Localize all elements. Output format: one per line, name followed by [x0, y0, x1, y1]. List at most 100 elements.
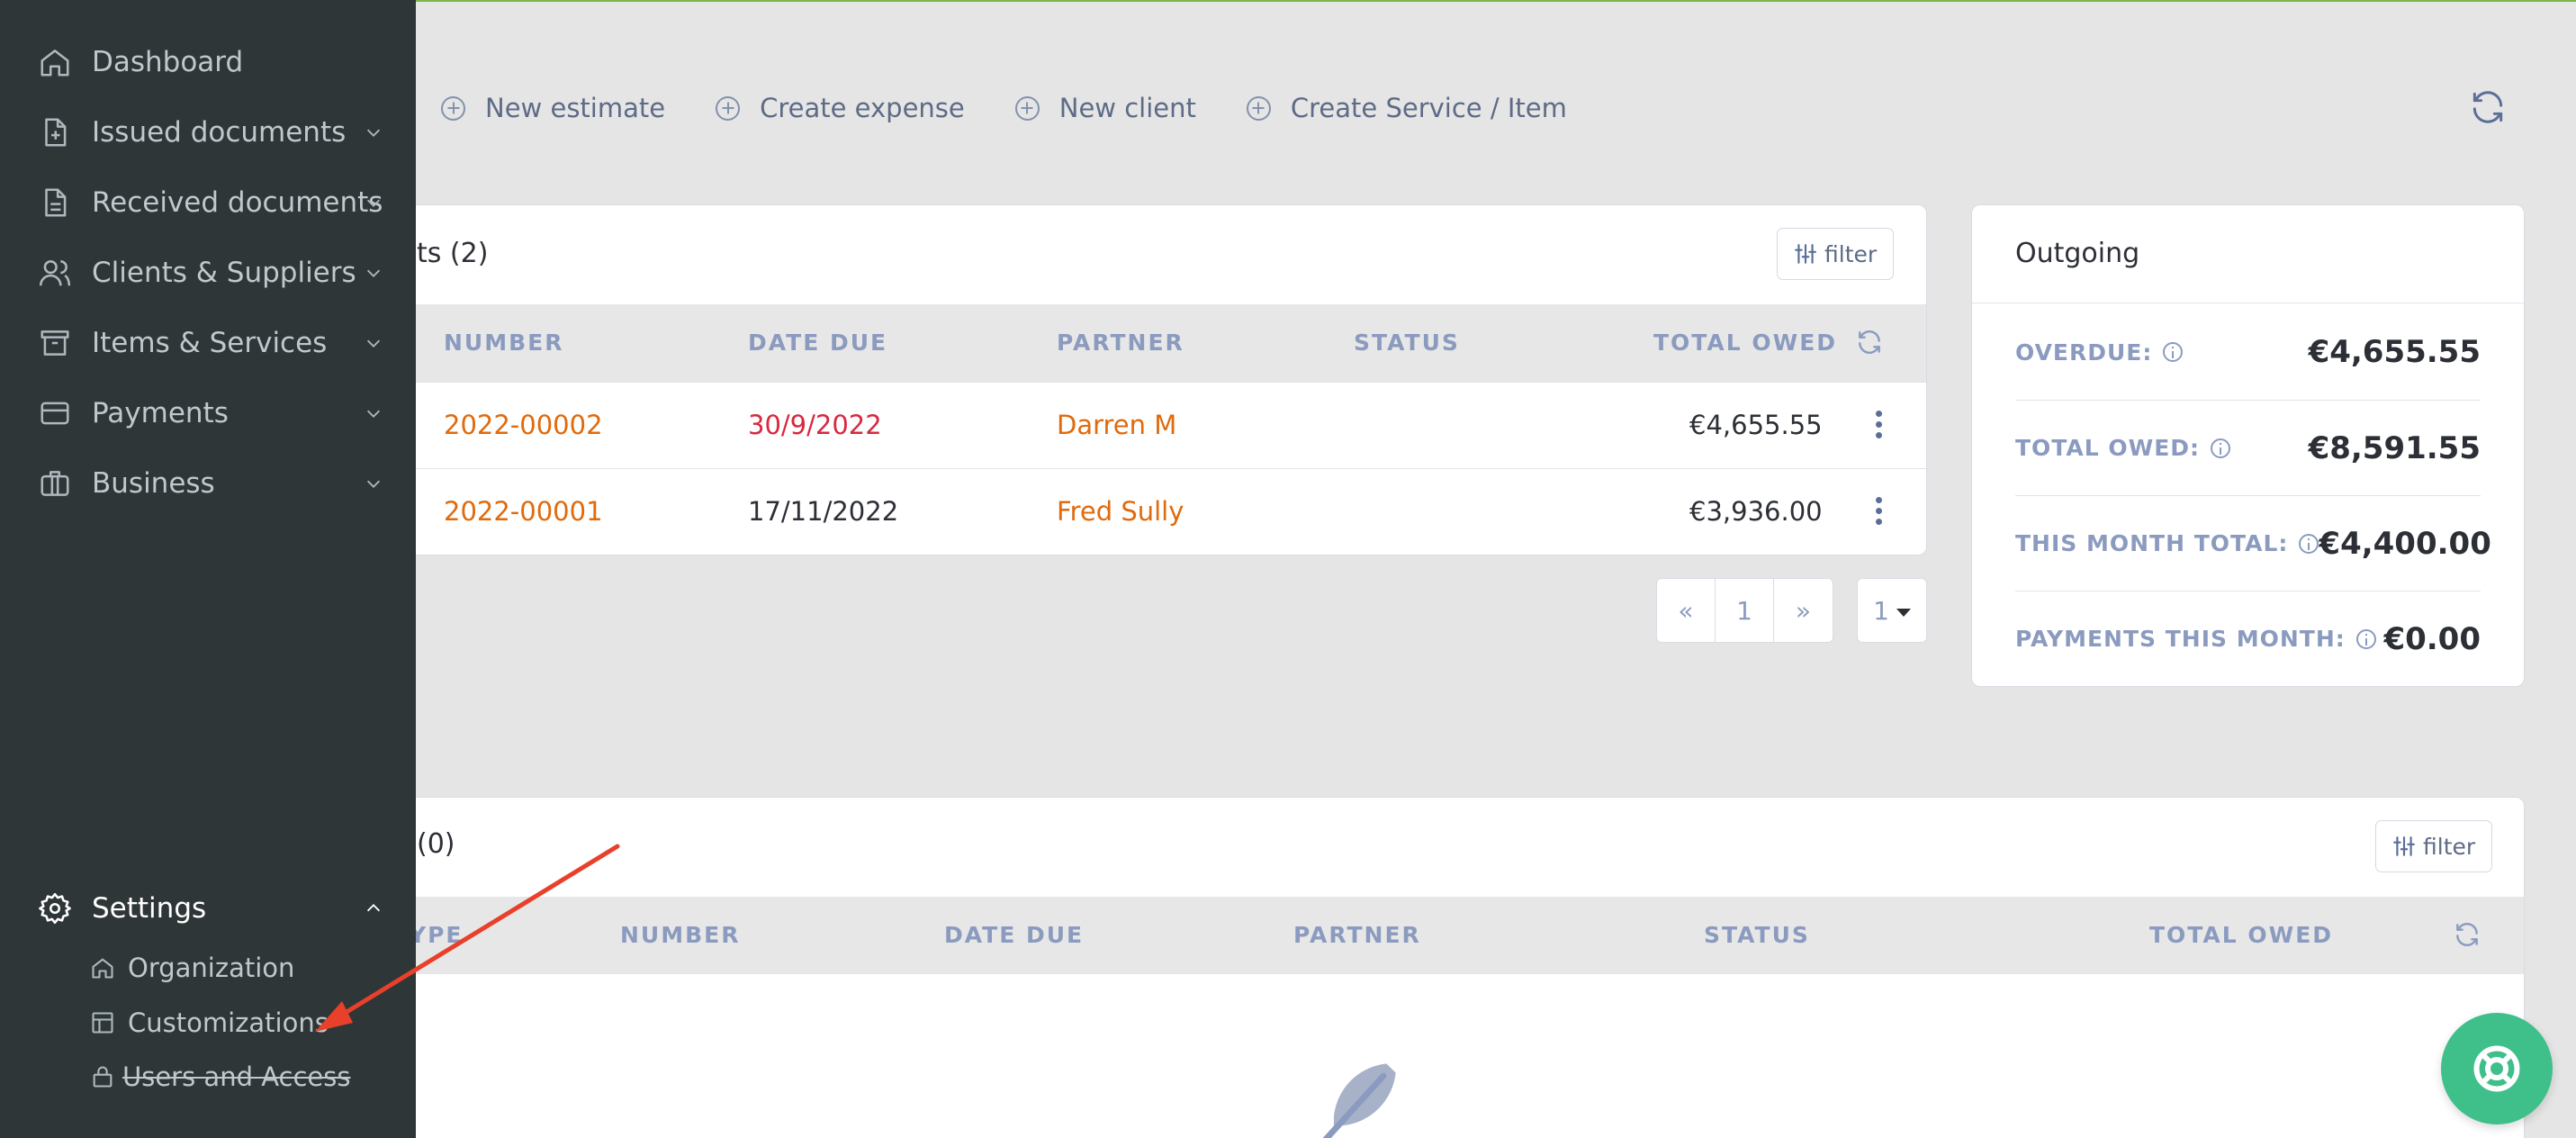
stat-label: THIS MONTH TOTAL:: [2015, 530, 2319, 556]
caret-down-icon: [1896, 608, 1911, 617]
column-number[interactable]: NUMBER: [620, 922, 740, 948]
pagination: « 1 »: [1656, 578, 1833, 643]
stat-label-text: OVERDUE:: [2015, 339, 2153, 366]
sidebar-item-items-services[interactable]: Items & Services: [0, 308, 416, 378]
layout-icon: [92, 1012, 113, 1034]
archive-icon: [41, 330, 69, 356]
create-service-item-button[interactable]: Create Service / Item: [1246, 93, 1567, 123]
sidebar-item-received-documents[interactable]: Received documents: [0, 167, 416, 238]
document-plus-icon: [45, 118, 67, 147]
chevron-down-icon: [366, 269, 381, 277]
refresh-icon[interactable]: [1855, 328, 1884, 357]
row-partner[interactable]: Fred Sully: [1057, 496, 1184, 527]
create-expense-label: Create expense: [760, 93, 965, 123]
per-page-value: 1: [1873, 595, 1889, 626]
column-date-due[interactable]: DATE DUE: [944, 922, 1084, 948]
sidebar-item-label: Items & Services: [92, 327, 328, 359]
chevron-down-icon: [366, 199, 381, 207]
refresh-icon[interactable]: [2453, 920, 2481, 949]
sidebar-item-payments[interactable]: Payments: [0, 378, 416, 448]
pagination-page[interactable]: 1: [1716, 579, 1774, 642]
sidebar-item-clients-suppliers[interactable]: Clients & Suppliers: [0, 238, 416, 308]
chevron-up-icon: [366, 904, 381, 912]
info-icon[interactable]: [2299, 533, 2319, 554]
sidebar-item-issued-documents[interactable]: Issued documents: [0, 97, 416, 167]
sidebar-item-label: Clients & Suppliers: [92, 257, 356, 289]
column-status[interactable]: STATUS: [1704, 922, 1810, 948]
table-row[interactable]: 2022-00002 30/9/2022 Darren M €4,655.55: [379, 382, 1926, 468]
pagination-prev[interactable]: «: [1657, 579, 1716, 642]
sliders-icon: [2393, 836, 2415, 856]
sidebar-subitem-label: Organization: [128, 953, 295, 983]
filter-button[interactable]: filter: [2375, 820, 2493, 872]
refresh-icon[interactable]: [2468, 87, 2508, 127]
filter-label: filter: [1824, 240, 1878, 267]
row-total: €4,655.55: [1689, 410, 1823, 440]
sidebar-item-label: Payments: [92, 397, 229, 429]
new-estimate-label: New estimate: [485, 93, 666, 123]
help-button[interactable]: [2441, 1013, 2553, 1124]
document-icon: [45, 188, 67, 217]
row-date-due: 17/11/2022: [748, 496, 899, 527]
sidebar-item-settings[interactable]: Settings: [0, 873, 416, 944]
row-number[interactable]: 2022-00002: [444, 410, 603, 440]
sidebar-subitem-organization[interactable]: Organization: [90, 943, 294, 993]
column-number[interactable]: NUMBER: [444, 330, 563, 356]
plus-circle-icon: [1014, 95, 1040, 121]
stat-label: OVERDUE:: [2015, 339, 2184, 366]
column-partner[interactable]: PARTNER: [1057, 330, 1184, 356]
column-total-owed[interactable]: TOTAL OWED: [1653, 330, 1837, 356]
sidebar-item-business[interactable]: Business: [0, 448, 416, 519]
column-status[interactable]: STATUS: [1354, 330, 1460, 356]
row-date-due: 30/9/2022: [748, 410, 882, 440]
sidebar-item-label: Received documents: [92, 186, 383, 219]
column-total-owed[interactable]: TOTAL OWED: [2149, 922, 2333, 948]
home-icon: [92, 958, 113, 979]
table-row[interactable]: 2022-00001 17/11/2022 Fred Sully €3,936.…: [379, 468, 1926, 555]
stat-value: €4,655.55: [2308, 334, 2481, 370]
table-header: NUMBER DATE DUE PARTNER STATUS TOTAL OWE…: [379, 304, 1926, 382]
more-options-icon[interactable]: [1873, 408, 1884, 444]
plus-circle-icon: [1246, 95, 1271, 121]
stat-value: €0.00: [2383, 620, 2481, 657]
sidebar-subitem-customizations[interactable]: Customizations: [90, 998, 329, 1048]
row-number[interactable]: 2022-00001: [444, 496, 603, 527]
create-expense-button[interactable]: Create expense: [716, 93, 965, 123]
create-service-item-label: Create Service / Item: [1290, 93, 1567, 123]
pagination-next[interactable]: »: [1774, 579, 1833, 642]
sidebar-item-label: Business: [92, 467, 215, 500]
sidebar-item-label: Settings: [92, 892, 207, 925]
per-page-select[interactable]: 1: [1857, 578, 1927, 643]
new-client-button[interactable]: New client: [1014, 93, 1196, 123]
column-partner[interactable]: PARTNER: [1293, 922, 1421, 948]
stat-label: TOTAL OWED:: [2015, 435, 2231, 461]
quick-actions-bar: New estimate Create expense New client C…: [441, 86, 1617, 131]
more-options-icon[interactable]: [1873, 494, 1884, 530]
sidebar-subitem-users-access[interactable]: Users and Access: [90, 1052, 350, 1102]
briefcase-icon: [41, 471, 69, 496]
estimates-card-title: ts (2): [417, 238, 489, 269]
column-date-due[interactable]: DATE DUE: [748, 330, 887, 356]
column-type[interactable]: YPE: [410, 922, 464, 948]
chevron-down-icon: [366, 129, 381, 137]
second-table-title: (0): [417, 828, 455, 860]
filter-label: filter: [2423, 833, 2476, 860]
info-icon[interactable]: [2211, 438, 2231, 458]
stat-value: €4,400.00: [2319, 525, 2491, 562]
stat-label: PAYMENTS THIS MONTH:: [2015, 626, 2376, 652]
credit-card-icon: [41, 402, 69, 425]
info-icon[interactable]: [2163, 342, 2184, 362]
stat-label-text: PAYMENTS THIS MONTH:: [2015, 626, 2346, 652]
row-partner[interactable]: Darren M: [1057, 410, 1176, 440]
plus-circle-icon: [716, 95, 741, 121]
filter-button[interactable]: filter: [1777, 228, 1895, 280]
sidebar-item-label: Dashboard: [92, 46, 244, 78]
new-estimate-button[interactable]: New estimate: [441, 93, 665, 123]
stat-this-month-total: THIS MONTH TOTAL: €4,400.00: [2015, 495, 2491, 591]
sidebar-item-dashboard[interactable]: Dashboard: [0, 27, 416, 97]
row-total: €3,936.00: [1689, 496, 1823, 527]
second-table-card: (0) filter YPE NUMBER DATE DUE PARTNER S…: [378, 797, 2525, 1138]
plus-circle-icon: [441, 95, 465, 121]
info-icon[interactable]: [2355, 628, 2376, 649]
table-header: YPE NUMBER DATE DUE PARTNER STATUS TOTAL…: [379, 897, 2524, 974]
